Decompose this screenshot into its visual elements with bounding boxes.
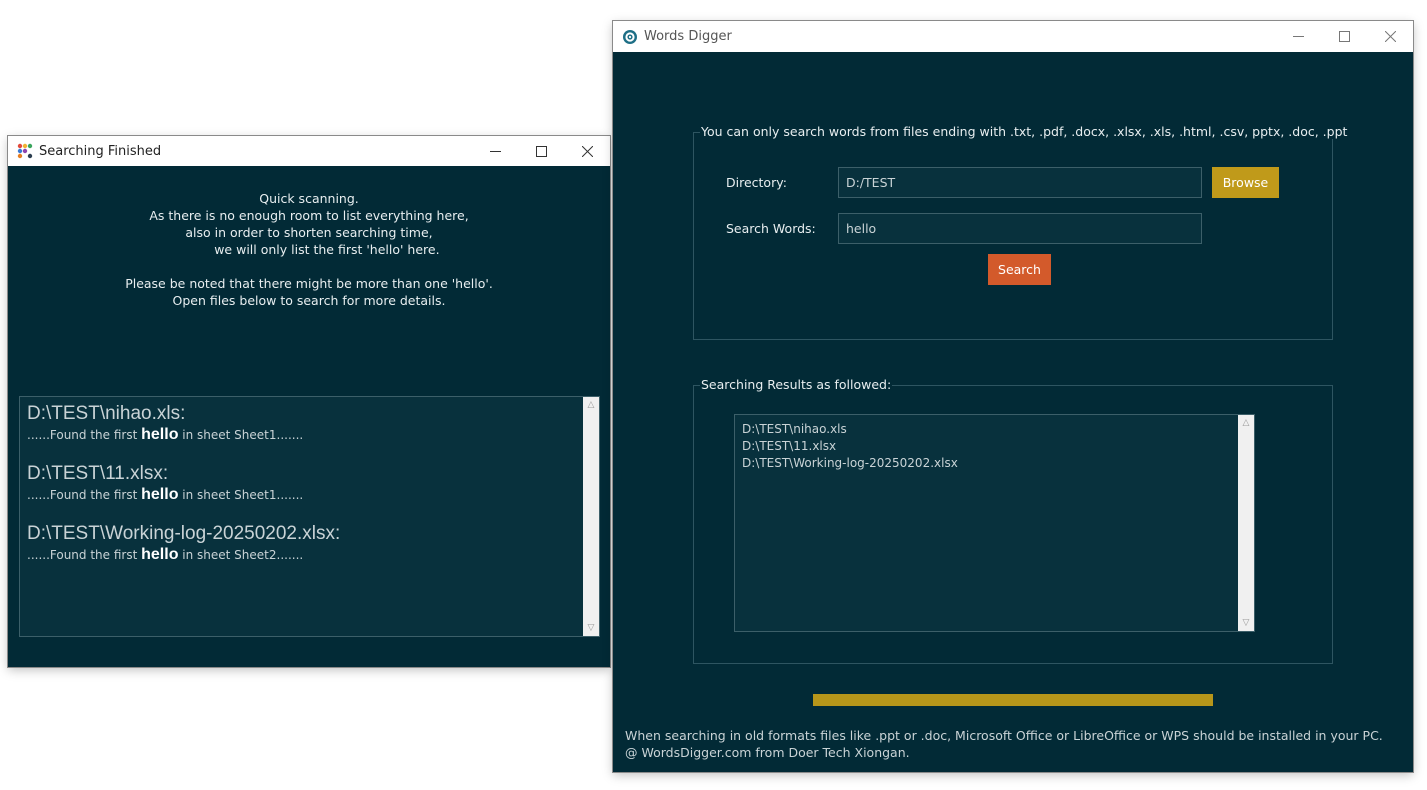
colored-dots-icon (17, 143, 33, 159)
result-path: D:\TEST\11.xlsx: (27, 463, 169, 484)
result-entry: D:\TEST\nihao.xls: ......Found the first… (27, 403, 303, 444)
progress-fill (813, 694, 1213, 706)
search-group-title: You can only search words from files end… (700, 124, 1349, 139)
notice-line: also in order to shorten searching time, (185, 225, 433, 240)
search-button[interactable]: Search (988, 254, 1051, 285)
scroll-down-arrow-icon[interactable]: ▽ (583, 620, 599, 636)
close-icon (1384, 30, 1396, 42)
scroll-down-arrow-icon[interactable]: ▽ (1238, 615, 1254, 631)
window-title: Words Digger (644, 29, 732, 44)
maximize-icon (1338, 30, 1350, 42)
minimize-button[interactable] (472, 136, 518, 166)
close-button[interactable] (1367, 21, 1413, 51)
gear-icon (622, 29, 638, 45)
list-item[interactable]: D:\TEST\nihao.xls (742, 421, 958, 438)
scroll-up-arrow-icon[interactable]: △ (583, 397, 599, 413)
result-detail: ......Found the first hello in sheet She… (27, 486, 304, 503)
minimize-button[interactable] (1275, 21, 1321, 51)
maximize-button[interactable] (1321, 21, 1367, 51)
title-bar[interactable]: Searching Finished (8, 136, 610, 166)
title-bar[interactable]: Words Digger (613, 21, 1413, 52)
vertical-scrollbar[interactable]: △ ▽ (583, 397, 599, 636)
search-words-input[interactable]: hello (838, 213, 1202, 244)
search-word: hello (141, 426, 179, 443)
result-detail: ......Found the first hello in sheet She… (27, 546, 304, 563)
search-word: hello (141, 546, 179, 563)
vertical-scrollbar[interactable]: △ ▽ (1238, 415, 1254, 631)
search-groupbox: You can only search words from files end… (693, 124, 1349, 340)
result-detail: ......Found the first hello in sheet She… (27, 426, 304, 443)
results-text-area[interactable]: D:\TEST\nihao.xls: ......Found the first… (19, 396, 600, 637)
directory-label: Directory: (726, 175, 787, 190)
results-groupbox: Searching Results as followed: D:\TEST\n… (693, 377, 1333, 664)
scroll-up-arrow-icon[interactable]: △ (1238, 415, 1254, 431)
notice-text: Quick scanning. As there is no enough ro… (8, 190, 610, 309)
minimize-icon (1292, 35, 1304, 37)
footer-line: @ WordsDigger.com from Doer Tech Xiongan… (625, 745, 910, 760)
footer-line: When searching in old formats files like… (625, 728, 1383, 743)
notice-line: Please be noted that there might be more… (125, 276, 493, 291)
close-icon (581, 145, 593, 157)
results-list[interactable]: D:\TEST\nihao.xls D:\TEST\11.xlsx D:\TES… (734, 414, 1255, 632)
result-entry: D:\TEST\Working-log-20250202.xlsx: .....… (27, 523, 340, 564)
directory-input[interactable]: D:/TEST (838, 167, 1202, 198)
notice-line: As there is no enough room to list every… (149, 208, 469, 223)
search-word: hello (141, 486, 179, 503)
search-words-label: Search Words: (726, 221, 816, 236)
maximize-icon (535, 145, 547, 157)
window-content: You can only search words from files end… (613, 52, 1413, 772)
progress-bar (813, 694, 1213, 706)
minimize-icon (489, 150, 501, 152)
notice-line: Open files below to search for more deta… (172, 293, 446, 308)
searching-finished-window: Searching Finished Quick scanning. As th… (8, 136, 610, 667)
maximize-button[interactable] (518, 136, 564, 166)
result-entry: D:\TEST\11.xlsx: ......Found the first h… (27, 463, 303, 504)
notice-line (8, 258, 610, 275)
result-path: D:\TEST\Working-log-20250202.xlsx: (27, 523, 341, 544)
words-digger-window: Words Digger You can only search words f… (613, 21, 1413, 772)
results-group-title: Searching Results as followed: (700, 377, 893, 392)
footer-text: When searching in old formats files like… (625, 727, 1383, 761)
window-content: Quick scanning. As there is no enough ro… (8, 166, 610, 667)
notice-line: Quick scanning. (259, 191, 359, 206)
list-item[interactable]: D:\TEST\11.xlsx (742, 438, 958, 455)
browse-button[interactable]: Browse (1212, 167, 1279, 198)
result-path: D:\TEST\nihao.xls: (27, 403, 186, 424)
window-title: Searching Finished (39, 143, 162, 159)
notice-line: we will only list the first 'hello' here… (178, 242, 440, 257)
list-item[interactable]: D:\TEST\Working-log-20250202.xlsx (742, 455, 958, 472)
close-button[interactable] (564, 136, 610, 166)
